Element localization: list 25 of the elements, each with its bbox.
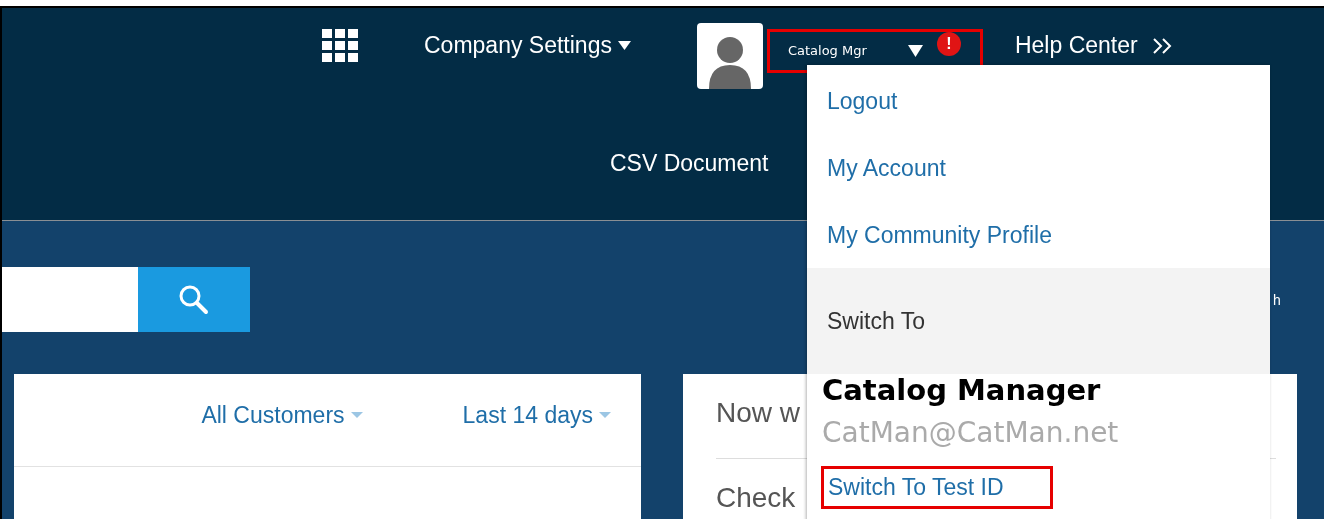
user-menu-button[interactable]: Catalog Mgr (787, 35, 923, 66)
caret-icon (350, 412, 363, 418)
section-label: Switch To (827, 307, 925, 335)
chevrons-icon (1151, 36, 1172, 55)
account-name: Catalog Manager (822, 372, 1102, 408)
nav-menu[interactable]: Company Settings (424, 32, 631, 59)
alert-badge: ! (936, 31, 961, 56)
nav-link[interactable]: CSV Document (610, 150, 769, 177)
grid-icon (322, 29, 358, 62)
account-email: CatMan@CatMan.net (822, 415, 1120, 451)
caret-icon (599, 412, 611, 418)
menu-item[interactable]: My Community Profile (827, 221, 1270, 249)
menu-item[interactable]: Logout (827, 87, 1270, 115)
search-button[interactable] (138, 267, 250, 332)
filter-dropdown[interactable]: All Customers (201, 400, 363, 430)
card-text: Check (716, 482, 796, 514)
caret-icon (907, 44, 923, 57)
filter-dropdown[interactable]: Last 14 days (462, 400, 611, 430)
search-field[interactable] (2, 267, 138, 332)
apps-button[interactable] (322, 29, 358, 62)
card-text: Now w (716, 397, 800, 429)
help-link[interactable]: Help Center (1014, 32, 1172, 59)
switch-link[interactable]: Switch To Test ID (828, 474, 1004, 501)
cut-off-text: h (1273, 291, 1281, 308)
menu-item[interactable]: My Account (827, 154, 1270, 182)
